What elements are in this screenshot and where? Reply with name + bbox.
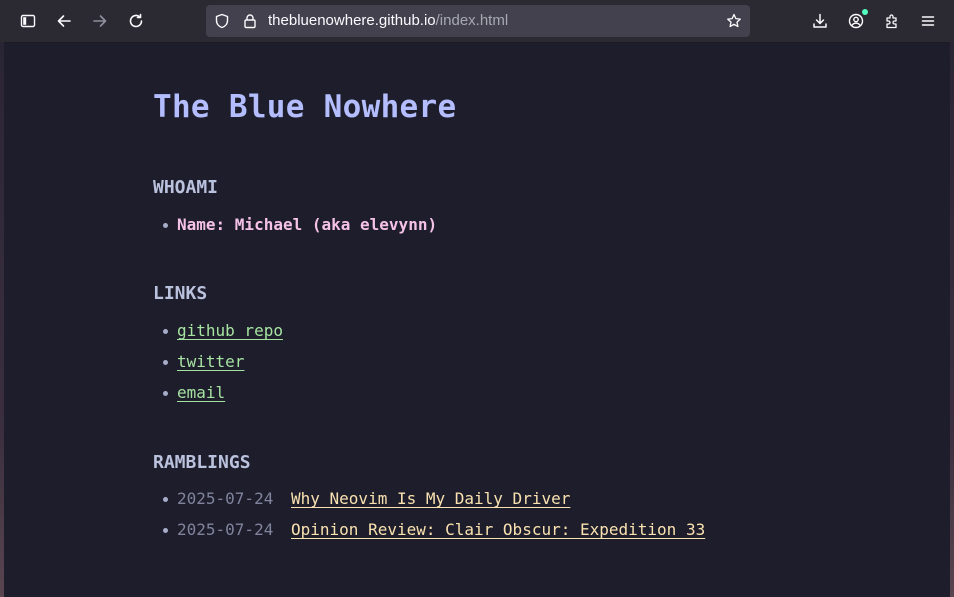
notification-dot bbox=[862, 9, 868, 15]
reload-icon[interactable] bbox=[122, 7, 150, 35]
back-icon[interactable] bbox=[50, 7, 78, 35]
lock-icon[interactable] bbox=[242, 13, 258, 29]
list-item: 2025-07-24 Why Neovim Is My Daily Driver bbox=[163, 490, 705, 521]
list-item: github repo bbox=[163, 322, 283, 353]
ramblings-heading: RAMBLINGS bbox=[153, 452, 251, 473]
menu-icon[interactable] bbox=[914, 7, 942, 35]
url-bar[interactable]: thebluenowhere.github.io/index.html bbox=[206, 5, 750, 37]
email-link[interactable]: email bbox=[177, 383, 225, 402]
list-item: twitter bbox=[163, 353, 283, 384]
list-item: Name: Michael (aka elevynn) bbox=[163, 216, 437, 247]
whoami-list: Name: Michael (aka elevynn) bbox=[163, 216, 437, 247]
github-repo-link[interactable]: github repo bbox=[177, 321, 283, 340]
url-path: /index.html bbox=[435, 12, 509, 29]
list-item: email bbox=[163, 384, 283, 415]
list-item: 2025-07-24 Opinion Review: Clair Obscur: … bbox=[163, 521, 705, 552]
download-icon[interactable] bbox=[806, 7, 834, 35]
extensions-icon[interactable] bbox=[878, 7, 906, 35]
post-link-clair-obscur[interactable]: Opinion Review: Clair Obscur: Expedition… bbox=[291, 520, 705, 539]
post-date: 2025-07-24 bbox=[177, 489, 274, 508]
sidebar-icon[interactable] bbox=[14, 7, 42, 35]
account-icon[interactable] bbox=[842, 7, 870, 35]
links-list: github repo twitter email bbox=[163, 322, 283, 415]
browser-toolbar: thebluenowhere.github.io/index.html bbox=[0, 0, 954, 43]
site-title: The Blue Nowhere bbox=[153, 89, 457, 125]
url-text[interactable]: thebluenowhere.github.io/index.html bbox=[268, 13, 508, 29]
forward-icon[interactable] bbox=[86, 7, 114, 35]
links-heading: LINKS bbox=[153, 283, 208, 304]
whoami-name: Name: Michael (aka elevynn) bbox=[177, 215, 438, 234]
window-edge-right bbox=[950, 42, 954, 597]
shield-icon[interactable] bbox=[214, 13, 230, 29]
url-host: thebluenowhere.github.io bbox=[268, 12, 436, 29]
whoami-heading: WHOAMI bbox=[153, 177, 219, 198]
ramblings-list: 2025-07-24 Why Neovim Is My Daily Driver … bbox=[163, 490, 705, 552]
bookmark-star-icon[interactable] bbox=[726, 13, 742, 29]
post-date: 2025-07-24 bbox=[177, 520, 274, 539]
page-content: The Blue Nowhere WHOAMI Name: Michael (a… bbox=[4, 43, 950, 597]
post-link-neovim[interactable]: Why Neovim Is My Daily Driver bbox=[291, 489, 570, 508]
twitter-link[interactable]: twitter bbox=[177, 352, 244, 371]
